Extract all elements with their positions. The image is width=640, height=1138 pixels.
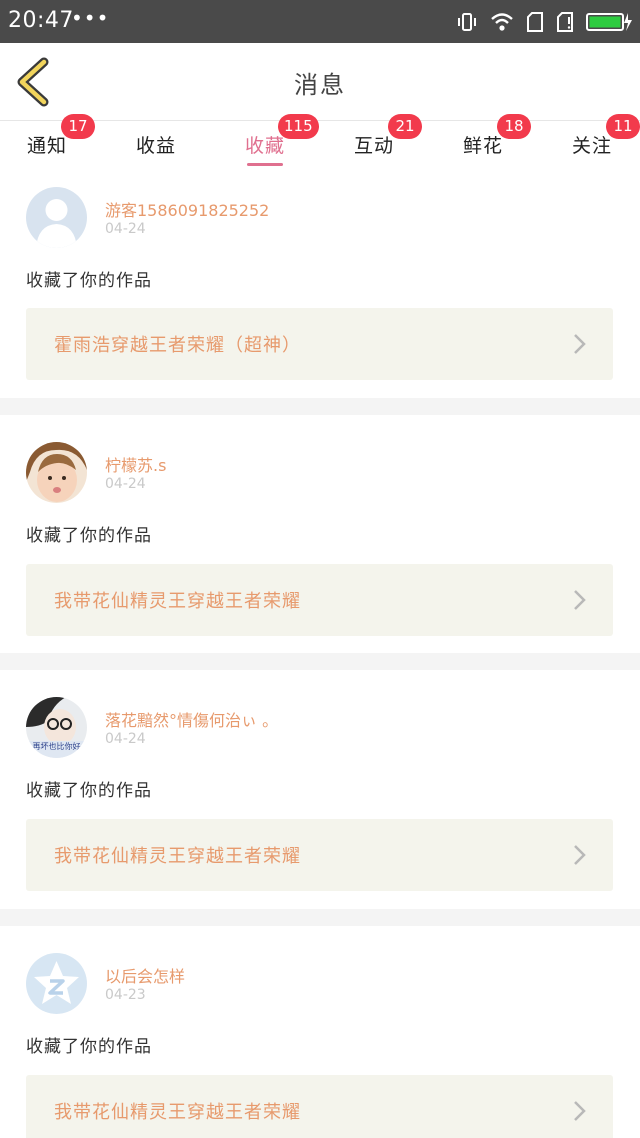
- sim2-icon: [556, 11, 574, 33]
- wifi-icon: [490, 11, 514, 33]
- default-user-avatar-icon: [26, 187, 87, 248]
- battery-charging-icon: [586, 11, 632, 33]
- user-name[interactable]: 以后会怎样: [105, 963, 185, 987]
- chevron-right-icon: [574, 1101, 586, 1121]
- action-text: 收藏了你的作品: [26, 526, 152, 546]
- user-name[interactable]: 落花黯然°情傷何治ぃ 。: [105, 707, 278, 731]
- work-link[interactable]: 我带花仙精灵王穿越王者荣耀: [26, 1075, 613, 1138]
- list-item: 以后会怎样 04-23 收藏了你的作品 我带花仙精灵王穿越王者荣耀: [0, 926, 640, 1138]
- tab-earnings[interactable]: 收益: [106, 121, 206, 169]
- work-title: 我带花仙精灵王穿越王者荣耀: [54, 1102, 301, 1123]
- status-time: 20:47: [8, 8, 74, 33]
- user-name[interactable]: 游客1586091825252: [105, 197, 269, 221]
- list-item: 再坏也比你好 落花黯然°情傷何治ぃ 。 04-24 收藏了你的作品 我带花仙精灵…: [0, 670, 640, 909]
- action-text: 收藏了你的作品: [26, 1037, 152, 1057]
- unread-badge: 115: [278, 114, 319, 139]
- tab-interaction[interactable]: 互动 21: [324, 114, 424, 169]
- action-text: 收藏了你的作品: [26, 781, 152, 801]
- timestamp: 04-24: [105, 221, 146, 237]
- work-link[interactable]: 我带花仙精灵王穿越王者荣耀: [26, 564, 613, 636]
- user-avatar[interactable]: 再坏也比你好: [26, 697, 87, 758]
- timestamp: 04-23: [105, 987, 146, 1003]
- chevron-right-icon: [574, 590, 586, 610]
- tab-label: 通知: [26, 135, 67, 157]
- tab-follows[interactable]: 关注 11: [542, 114, 640, 169]
- divider: [0, 909, 640, 926]
- message-tabs: 通知 17 收益 收藏 115 互动 21 鲜花 18 关注 11: [0, 114, 640, 169]
- app-header: 消息: [0, 43, 640, 120]
- divider: [0, 398, 640, 415]
- list-item: 游客1586091825252 04-24 收藏了你的作品 霍雨浩穿越王者荣耀（…: [0, 168, 640, 398]
- unread-badge: 11: [606, 114, 640, 139]
- tab-label: 收藏: [244, 135, 285, 157]
- child-photo-avatar-icon: [26, 442, 87, 503]
- status-icons: [456, 10, 632, 34]
- tab-flowers[interactable]: 鲜花 18: [433, 114, 533, 169]
- timestamp: 04-24: [105, 476, 146, 492]
- chevron-right-icon: [574, 334, 586, 354]
- chevron-right-icon: [574, 845, 586, 865]
- list-item: 柠檬苏.s 04-24 收藏了你的作品 我带花仙精灵王穿越王者荣耀: [0, 415, 640, 653]
- tab-notice[interactable]: 通知 17: [0, 114, 97, 169]
- action-text: 收藏了你的作品: [26, 271, 152, 291]
- tab-label: 关注: [571, 135, 612, 157]
- user-avatar[interactable]: [26, 187, 87, 248]
- vibrate-icon: [456, 11, 478, 33]
- work-title: 霍雨浩穿越王者荣耀（超神）: [54, 335, 301, 356]
- divider: [0, 653, 640, 670]
- sim1-icon: [526, 11, 544, 33]
- avatar-caption: 再坏也比你好: [32, 742, 81, 751]
- tab-favorites[interactable]: 收藏 115: [215, 114, 319, 169]
- timestamp: 04-24: [105, 731, 146, 747]
- tab-label: 鲜花: [462, 135, 503, 157]
- work-title: 我带花仙精灵王穿越王者荣耀: [54, 846, 301, 867]
- page-title: 消息: [294, 71, 346, 99]
- user-avatar[interactable]: [26, 953, 87, 1014]
- status-bar: 20:47 •••: [0, 0, 640, 43]
- work-title: 我带花仙精灵王穿越王者荣耀: [54, 591, 301, 612]
- work-link[interactable]: 霍雨浩穿越王者荣耀（超神）: [26, 308, 613, 380]
- qq-star-avatar-icon: [26, 953, 87, 1014]
- work-link[interactable]: 我带花仙精灵王穿越王者荣耀: [26, 819, 613, 891]
- unread-badge: 18: [497, 114, 531, 139]
- tab-label: 互动: [353, 135, 394, 157]
- unread-badge: 21: [388, 114, 422, 139]
- user-avatar[interactable]: [26, 442, 87, 503]
- active-tab-indicator: [247, 163, 283, 166]
- unread-badge: 17: [61, 114, 95, 139]
- user-name[interactable]: 柠檬苏.s: [105, 452, 166, 476]
- more-dots-icon: •••: [71, 6, 110, 30]
- tab-label: 收益: [135, 135, 176, 157]
